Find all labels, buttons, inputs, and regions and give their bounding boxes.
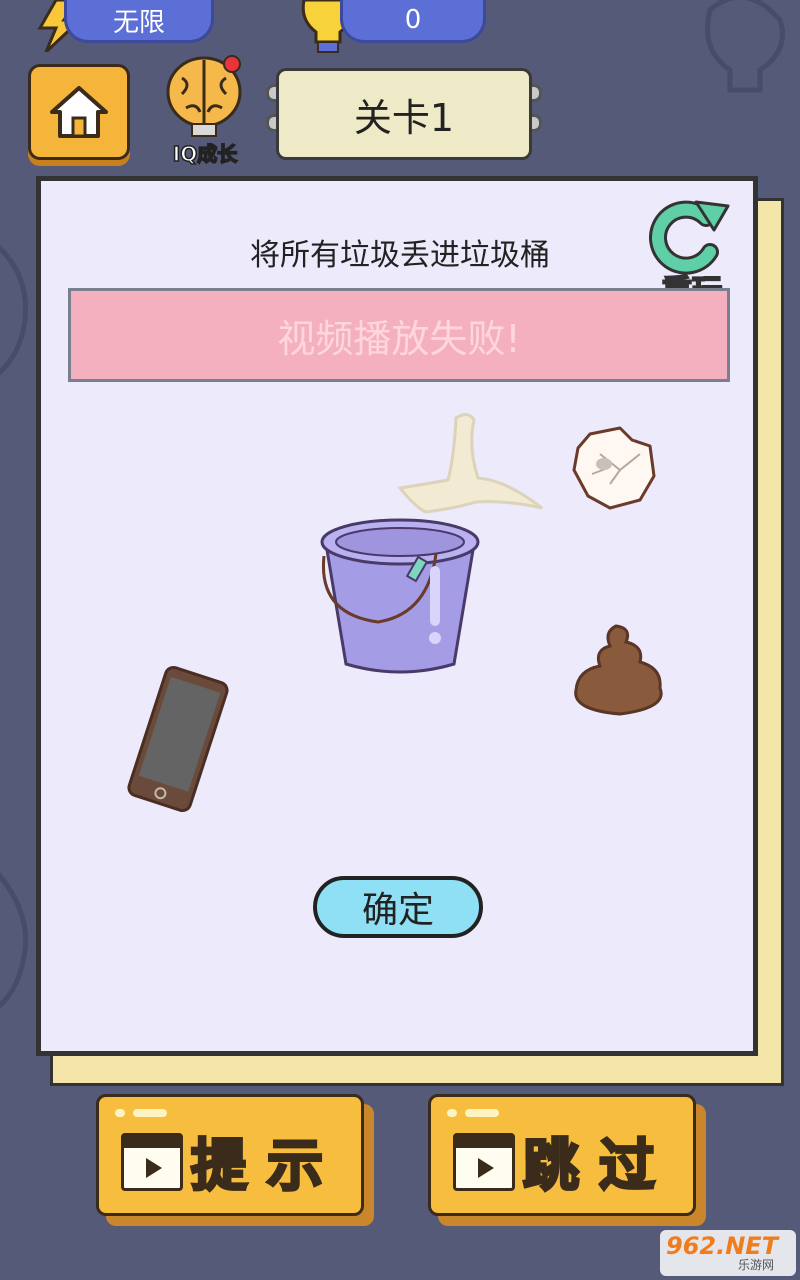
crumpled-paper-item[interactable] [570,424,658,512]
lightbulb-doodle-icon [705,0,785,93]
site-watermark: 962.NET 乐游网 [660,1230,796,1276]
level-label: 关卡1 [353,95,455,140]
energy-value: 无限 [112,7,165,38]
button-shine [115,1109,125,1117]
video-ad-icon [453,1133,515,1191]
button-shine [133,1109,167,1117]
confirm-button[interactable]: 确定 [313,876,483,938]
energy-pill: 无限 [64,0,214,43]
button-shine [465,1109,499,1117]
banana-peel-item[interactable] [396,408,546,518]
home-icon [50,86,108,138]
lightbulb-doodle-icon [0,872,29,1009]
hint-button[interactable]: 提示 [96,1094,364,1216]
skip-button[interactable]: 跳过 [428,1094,696,1216]
video-failed-banner: 视频播放失败! [68,288,730,382]
iq-growth-label: IQ成长 [172,141,238,167]
confirm-label: 确定 [361,890,434,931]
video-ad-icon [121,1133,183,1191]
home-button[interactable] [28,64,130,160]
iq-growth-button[interactable]: IQ成长 [160,50,250,167]
brain-icon [166,55,242,137]
video-failed-text: 视频播放失败! [277,316,521,361]
button-shine [447,1109,457,1117]
watermark-sub: 乐游网 [738,1258,775,1272]
hint-count-value: 0 [404,5,422,35]
replay-icon [649,200,730,275]
phone-item[interactable] [118,664,238,814]
hint-label: 提示 [190,1133,343,1201]
hint-count-pill: 0 [340,0,486,43]
level-title: 关卡1 [276,68,532,160]
bucket-item[interactable] [318,514,482,680]
skip-label: 跳过 [522,1133,675,1201]
poop-item[interactable] [570,622,670,718]
